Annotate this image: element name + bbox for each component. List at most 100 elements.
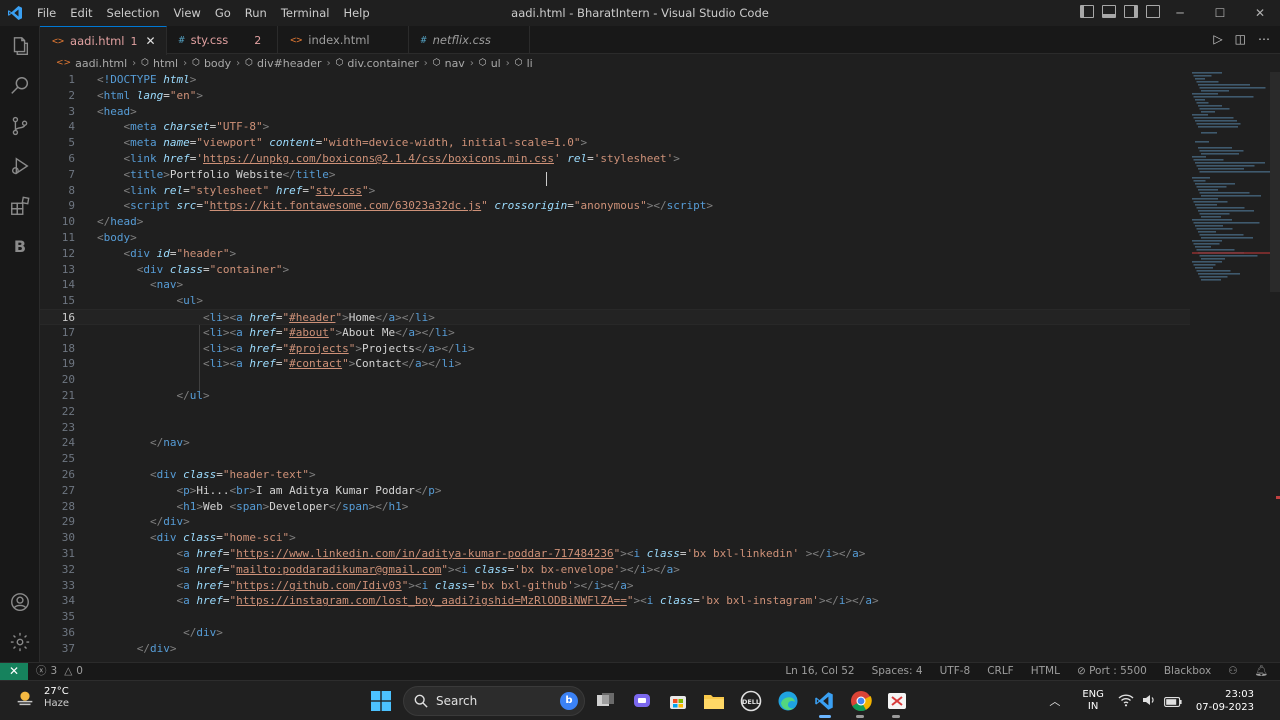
language-mode[interactable]: HTML bbox=[1031, 663, 1060, 680]
code-line[interactable]: 27 <p>Hi...<br>I am Aditya Kumar Poddar<… bbox=[40, 483, 1190, 499]
code-line[interactable]: 13 <div class="container"> bbox=[40, 262, 1190, 278]
teams-chat-icon[interactable] bbox=[628, 687, 656, 715]
code-line[interactable]: 24 </nav> bbox=[40, 435, 1190, 451]
settings-gear-icon[interactable] bbox=[0, 622, 40, 662]
menu-terminal[interactable]: Terminal bbox=[274, 0, 337, 26]
code-line[interactable]: 36 </div> bbox=[40, 625, 1190, 641]
snipping-tool-icon[interactable] bbox=[883, 687, 911, 715]
breadcrumb-item[interactable]: ⬡ html bbox=[141, 57, 178, 70]
code-line[interactable]: 2 <html lang="en"> bbox=[40, 88, 1190, 104]
code-line[interactable]: 19 <li><a href="#contact">Contact</a></l… bbox=[40, 356, 1190, 372]
code-line[interactable]: 20 bbox=[40, 372, 1190, 388]
code-line[interactable]: 25 bbox=[40, 451, 1190, 467]
volume-icon[interactable] bbox=[1142, 692, 1156, 711]
breadcrumb-item[interactable]: ⬡ div.container bbox=[336, 57, 419, 70]
show-hidden-icons-chevron-icon[interactable]: ︿ bbox=[1049, 693, 1060, 709]
clock[interactable]: 23:03 07-09-2023 bbox=[1196, 688, 1254, 714]
customize-layout-icon[interactable] bbox=[1146, 5, 1160, 18]
remote-indicator-icon[interactable]: ✕ bbox=[0, 663, 28, 681]
source-control-icon[interactable] bbox=[0, 106, 40, 146]
feedback-icon[interactable]: ⚇ bbox=[1228, 663, 1237, 680]
menu-go[interactable]: Go bbox=[208, 0, 238, 26]
breadcrumb-item[interactable]: ⬡ nav bbox=[433, 57, 465, 70]
task-view-icon[interactable] bbox=[592, 687, 620, 715]
maximize-button[interactable]: ☐ bbox=[1200, 0, 1240, 26]
code-line[interactable]: 12 <div id="header"> bbox=[40, 246, 1190, 262]
end-of-line[interactable]: CRLF bbox=[987, 663, 1014, 680]
code-line[interactable]: 8 <link rel="stylesheet" href="sty.css"> bbox=[40, 183, 1190, 199]
problems-summary[interactable]: ⓧ 3 △ 0 bbox=[36, 663, 83, 680]
run-debug-icon[interactable] bbox=[0, 146, 40, 186]
live-server-port[interactable]: ⊘ Port : 5500 bbox=[1077, 663, 1147, 680]
start-button[interactable] bbox=[367, 687, 395, 715]
code-line[interactable]: 37 </div> bbox=[40, 641, 1190, 657]
toggle-primary-sidebar-icon[interactable] bbox=[1080, 5, 1094, 18]
code-line[interactable]: 7 <title>Portfolio Website</title> bbox=[40, 167, 1190, 183]
breadcrumb-item[interactable]: <> aadi.html bbox=[56, 57, 127, 70]
code-line[interactable]: 22 bbox=[40, 404, 1190, 420]
menu-view[interactable]: View bbox=[167, 0, 208, 26]
weather-widget[interactable]: 27°C Haze bbox=[14, 686, 69, 710]
code-line[interactable]: 9 <script src="https://kit.fontawesome.c… bbox=[40, 198, 1190, 214]
code-line[interactable]: 21 </ul> bbox=[40, 388, 1190, 404]
code-line[interactable]: 17 <li><a href="#about">About Me</a></li… bbox=[40, 325, 1190, 341]
breadcrumb-item[interactable]: ⬡ ul bbox=[479, 57, 501, 70]
code-line[interactable]: 30 <div class="home-sci"> bbox=[40, 530, 1190, 546]
blackbox-extension-icon[interactable]: B bbox=[0, 226, 40, 266]
code-line[interactable]: 29 </div> bbox=[40, 514, 1190, 530]
minimize-button[interactable]: ─ bbox=[1160, 0, 1200, 26]
close-window-button[interactable]: ✕ bbox=[1240, 0, 1280, 26]
blackbox-status[interactable]: Blackbox bbox=[1164, 663, 1211, 680]
input-language[interactable]: ENG IN bbox=[1082, 689, 1104, 713]
code-line[interactable]: 16 <li><a href="#header">Home</a></li> bbox=[40, 309, 1190, 325]
code-line[interactable]: 1 <!DOCTYPE html> bbox=[40, 72, 1190, 88]
menu-edit[interactable]: Edit bbox=[63, 0, 99, 26]
code-line[interactable]: 33 <a href="https://github.com/Idiv03"><… bbox=[40, 578, 1190, 594]
search-icon[interactable] bbox=[0, 66, 40, 106]
encoding[interactable]: UTF-8 bbox=[940, 663, 971, 680]
code-line[interactable]: 26 <div class="header-text"> bbox=[40, 467, 1190, 483]
cursor-position[interactable]: Ln 16, Col 52 bbox=[785, 663, 854, 680]
code-line[interactable]: 6 <link href='https://unpkg.com/boxicons… bbox=[40, 151, 1190, 167]
vscode-taskbar-icon[interactable] bbox=[810, 687, 838, 715]
more-actions-icon[interactable]: ⋯ bbox=[1258, 32, 1270, 46]
extensions-icon[interactable] bbox=[0, 186, 40, 226]
code-line[interactable]: 28 <h1>Web <span>Developer</span></h1> bbox=[40, 499, 1190, 515]
code-editor[interactable]: 1 <!DOCTYPE html> 2 <html lang="en"> 3 <head>… bbox=[40, 72, 1280, 662]
tab-sty-css[interactable]: # sty.css 2 bbox=[167, 26, 279, 54]
tab-netflix-css[interactable]: # netflix.css bbox=[409, 26, 530, 54]
file-explorer-icon[interactable] bbox=[700, 687, 728, 715]
code-line[interactable]: 11 <body> bbox=[40, 230, 1190, 246]
vertical-scrollbar[interactable] bbox=[1270, 72, 1280, 662]
chrome-browser-icon[interactable] bbox=[847, 687, 875, 715]
close-tab-icon[interactable]: ✕ bbox=[146, 34, 156, 48]
notifications-bell-icon[interactable]: 🔔︎ bbox=[1255, 663, 1268, 680]
edge-browser-icon[interactable] bbox=[774, 687, 802, 715]
microsoft-store-icon[interactable] bbox=[664, 687, 692, 715]
code-line[interactable]: 4 <meta charset="UTF-8"> bbox=[40, 119, 1190, 135]
menu-help[interactable]: Help bbox=[336, 0, 376, 26]
menu-run[interactable]: Run bbox=[238, 0, 274, 26]
tab-aadi-html[interactable]: <> aadi.html 1 ✕ bbox=[40, 26, 167, 55]
minimap[interactable] bbox=[1192, 72, 1270, 292]
toggle-secondary-sidebar-icon[interactable] bbox=[1124, 5, 1138, 18]
code-line[interactable]: 34 <a href="https://instagram.com/lost_b… bbox=[40, 593, 1190, 609]
wifi-icon[interactable] bbox=[1118, 692, 1134, 711]
code-line[interactable]: 18 <li><a href="#projects">Projects</a><… bbox=[40, 341, 1190, 357]
code-line[interactable]: 14 <nav> bbox=[40, 277, 1190, 293]
menu-selection[interactable]: Selection bbox=[100, 0, 167, 26]
toggle-panel-icon[interactable] bbox=[1102, 5, 1116, 18]
explorer-icon[interactable] bbox=[0, 26, 40, 66]
code-line[interactable]: 3 <head> bbox=[40, 104, 1190, 120]
breadcrumb-item[interactable]: ⬡ div#header bbox=[245, 57, 321, 70]
indentation[interactable]: Spaces: 4 bbox=[872, 663, 923, 680]
breadcrumb-item[interactable]: ⬡ body bbox=[192, 57, 231, 70]
split-editor-icon[interactable]: ◫ bbox=[1235, 32, 1246, 46]
dell-app-icon[interactable]: DELL bbox=[737, 687, 765, 715]
code-line[interactable]: 10 </head> bbox=[40, 214, 1190, 230]
code-line[interactable]: 35 bbox=[40, 609, 1190, 625]
menu-file[interactable]: File bbox=[30, 0, 63, 26]
tab-index-html[interactable]: <> index.html bbox=[278, 26, 409, 54]
run-icon[interactable]: ▷ bbox=[1213, 32, 1222, 46]
breadcrumb-item[interactable]: ⬡ li bbox=[515, 57, 533, 70]
